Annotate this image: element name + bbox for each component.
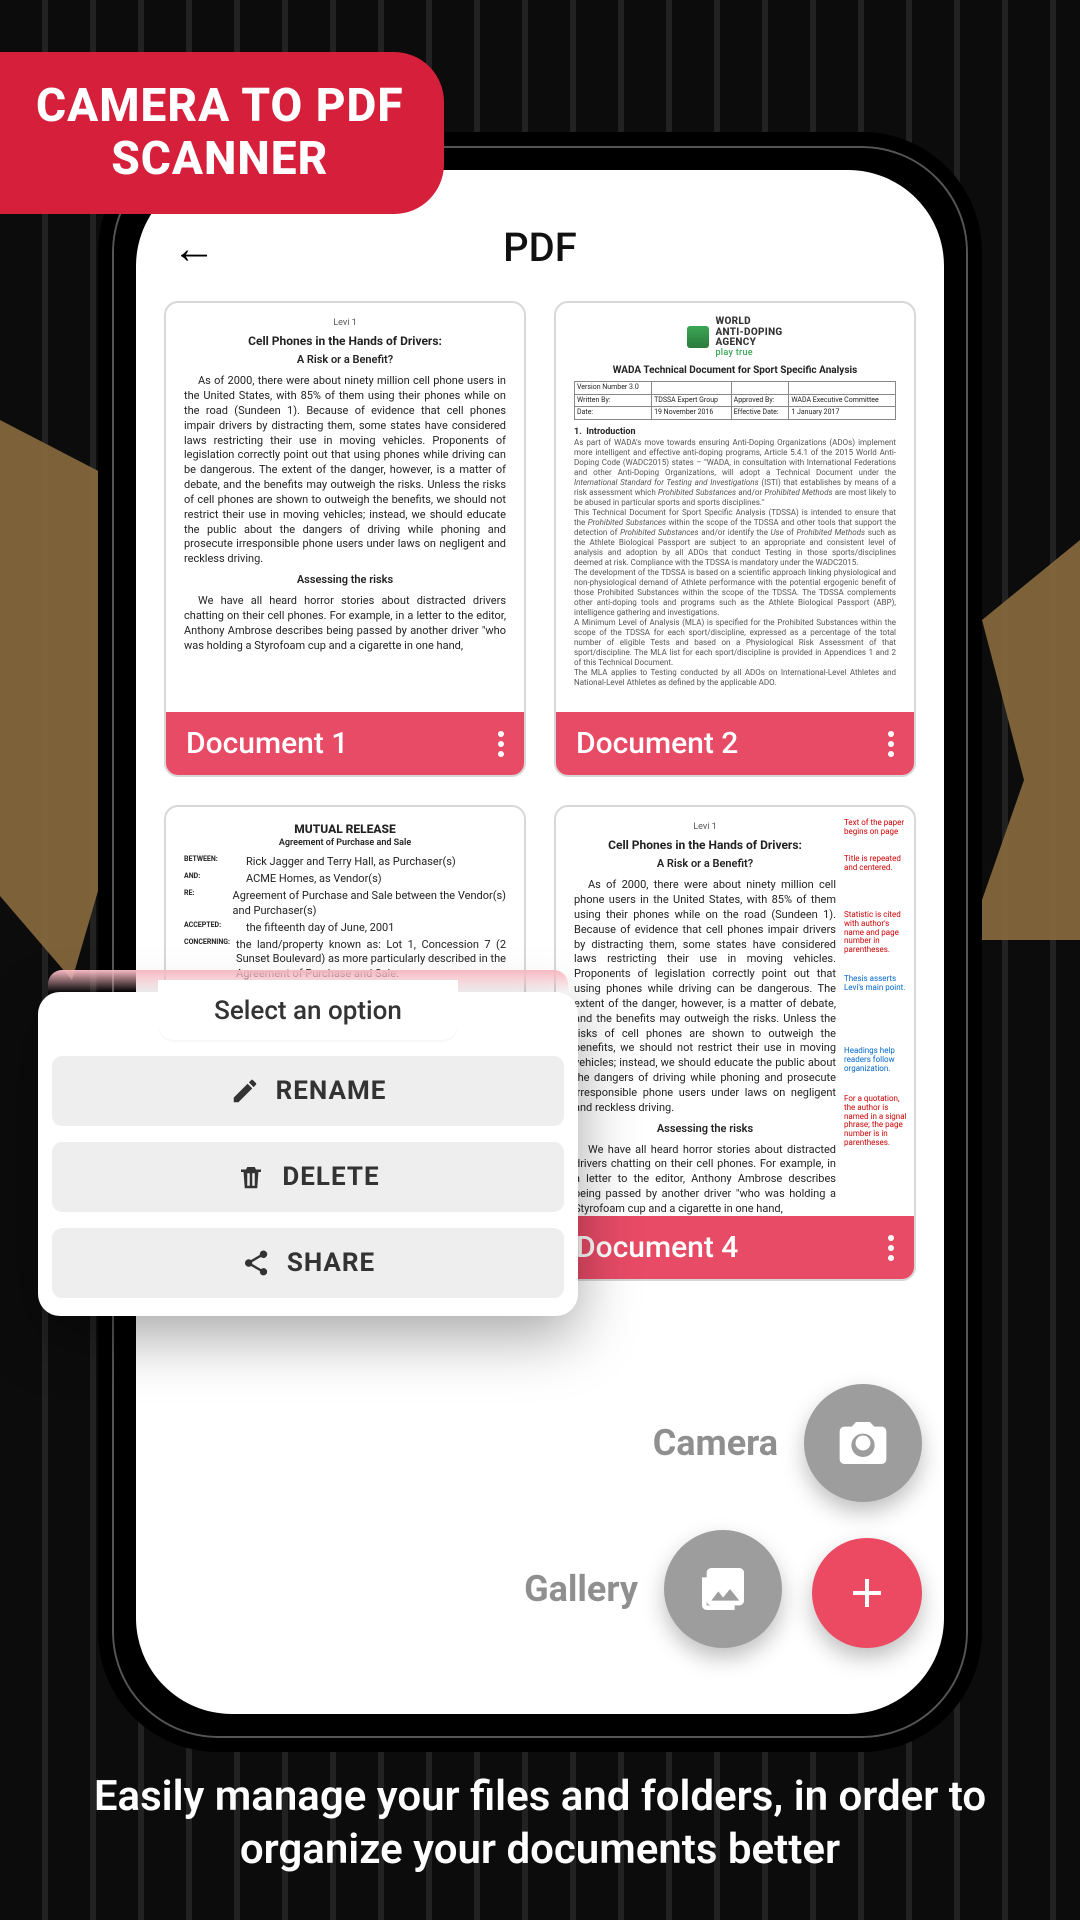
- options-popup: Select an option RENAME DELETE SHARE: [38, 992, 578, 1316]
- rename-option[interactable]: RENAME: [52, 1056, 564, 1126]
- gallery-fab-row: Gallery: [524, 1530, 782, 1648]
- margin-annotation: Title is repeated and centered.: [844, 855, 908, 873]
- document-card[interactable]: Levi 1 Cell Phones in the Hands of Drive…: [164, 301, 526, 777]
- page-title: PDF: [216, 224, 864, 271]
- gallery-icon: [695, 1561, 751, 1617]
- document-footer: Document 1: [166, 712, 524, 775]
- doc-subheading: A Risk or a Benefit?: [184, 353, 506, 368]
- kebab-menu-icon[interactable]: [498, 731, 504, 757]
- document-card[interactable]: Levi 1 Cell Phones in the Hands of Drive…: [554, 805, 916, 1281]
- gallery-fab-label: Gallery: [524, 1568, 638, 1610]
- kebab-menu-icon[interactable]: [888, 1235, 894, 1261]
- doc-section: Assessing the risks: [184, 573, 506, 588]
- camera-fab-row: Camera: [653, 1384, 922, 1502]
- document-thumbnail: Levi 1 Cell Phones in the Hands of Drive…: [166, 303, 524, 712]
- camera-fab-label: Camera: [653, 1422, 778, 1464]
- share-icon: [241, 1248, 271, 1278]
- promo-badge: CAMERA TO PDF SCANNER: [0, 52, 444, 214]
- doc-subheading: A Risk or a Benefit?: [574, 857, 836, 872]
- back-arrow-icon[interactable]: ←: [172, 226, 216, 270]
- rename-label: RENAME: [276, 1076, 387, 1106]
- margin-annotation: For a quotation, the author is named in …: [844, 1095, 908, 1148]
- document-thumbnail: Levi 1 Cell Phones in the Hands of Drive…: [556, 807, 914, 1216]
- camera-icon: [835, 1415, 891, 1471]
- document-card[interactable]: WORLD ANTI-DOPING AGENCY play true WADA …: [554, 301, 916, 777]
- delete-label: DELETE: [282, 1162, 379, 1192]
- margin-annotation: Thesis asserts Levi's main point.: [844, 975, 908, 993]
- document-label: Document 2: [576, 726, 738, 761]
- doc-body: As of 2000, there were about ninety mill…: [184, 374, 506, 567]
- doc-meta-table: Version Number 3.0 Written By:TDSSA Expe…: [574, 381, 896, 419]
- kebab-menu-icon[interactable]: [888, 731, 894, 757]
- share-label: SHARE: [287, 1248, 375, 1278]
- doc-heading: MUTUAL RELEASE: [184, 821, 506, 837]
- footer-caption: Easily manage your files and folders, in…: [0, 1771, 1080, 1876]
- camera-fab[interactable]: [804, 1384, 922, 1502]
- doc-subheading: Agreement of Purchase and Sale: [184, 837, 506, 849]
- margin-annotation: Headings help readers follow organizatio…: [844, 1047, 908, 1073]
- document-label: Document 1: [186, 726, 348, 761]
- doc-section: Assessing the risks: [574, 1122, 836, 1137]
- rename-icon: [230, 1076, 260, 1106]
- popup-title: Select an option: [158, 980, 458, 1040]
- phone-frame: ← PDF Levi 1 Cell Phones in the Hands of…: [98, 132, 982, 1752]
- doc-heading: Cell Phones in the Hands of Drivers:: [574, 837, 836, 853]
- doc-heading: WADA Technical Document for Sport Specif…: [574, 364, 896, 378]
- document-thumbnail: WORLD ANTI-DOPING AGENCY play true WADA …: [556, 303, 914, 712]
- promo-badge-line1: CAMERA TO PDF SCANNER: [36, 80, 404, 186]
- document-footer: Document 2: [556, 712, 914, 775]
- share-option[interactable]: SHARE: [52, 1228, 564, 1298]
- wada-logo-icon: [687, 326, 709, 348]
- plus-icon: [843, 1569, 891, 1617]
- doc-body: As of 2000, there were about ninety mill…: [574, 878, 836, 1116]
- margin-annotation: Text of the paper begins on page: [844, 819, 908, 837]
- document-label: Document 4: [576, 1230, 738, 1265]
- delete-option[interactable]: DELETE: [52, 1142, 564, 1212]
- margin-annotation: Statistic is cited with author's name an…: [844, 911, 908, 955]
- add-fab[interactable]: [812, 1538, 922, 1648]
- document-footer: Document 4: [556, 1216, 914, 1279]
- gallery-fab[interactable]: [664, 1530, 782, 1648]
- doc-heading: Cell Phones in the Hands of Drivers:: [184, 333, 506, 349]
- wada-logo-text: WORLD ANTI-DOPING AGENCY play true: [715, 317, 782, 358]
- doc-body: We have all heard horror stories about d…: [574, 1143, 836, 1216]
- doc-body: We have all heard horror stories about d…: [184, 594, 506, 653]
- delete-icon: [236, 1162, 266, 1192]
